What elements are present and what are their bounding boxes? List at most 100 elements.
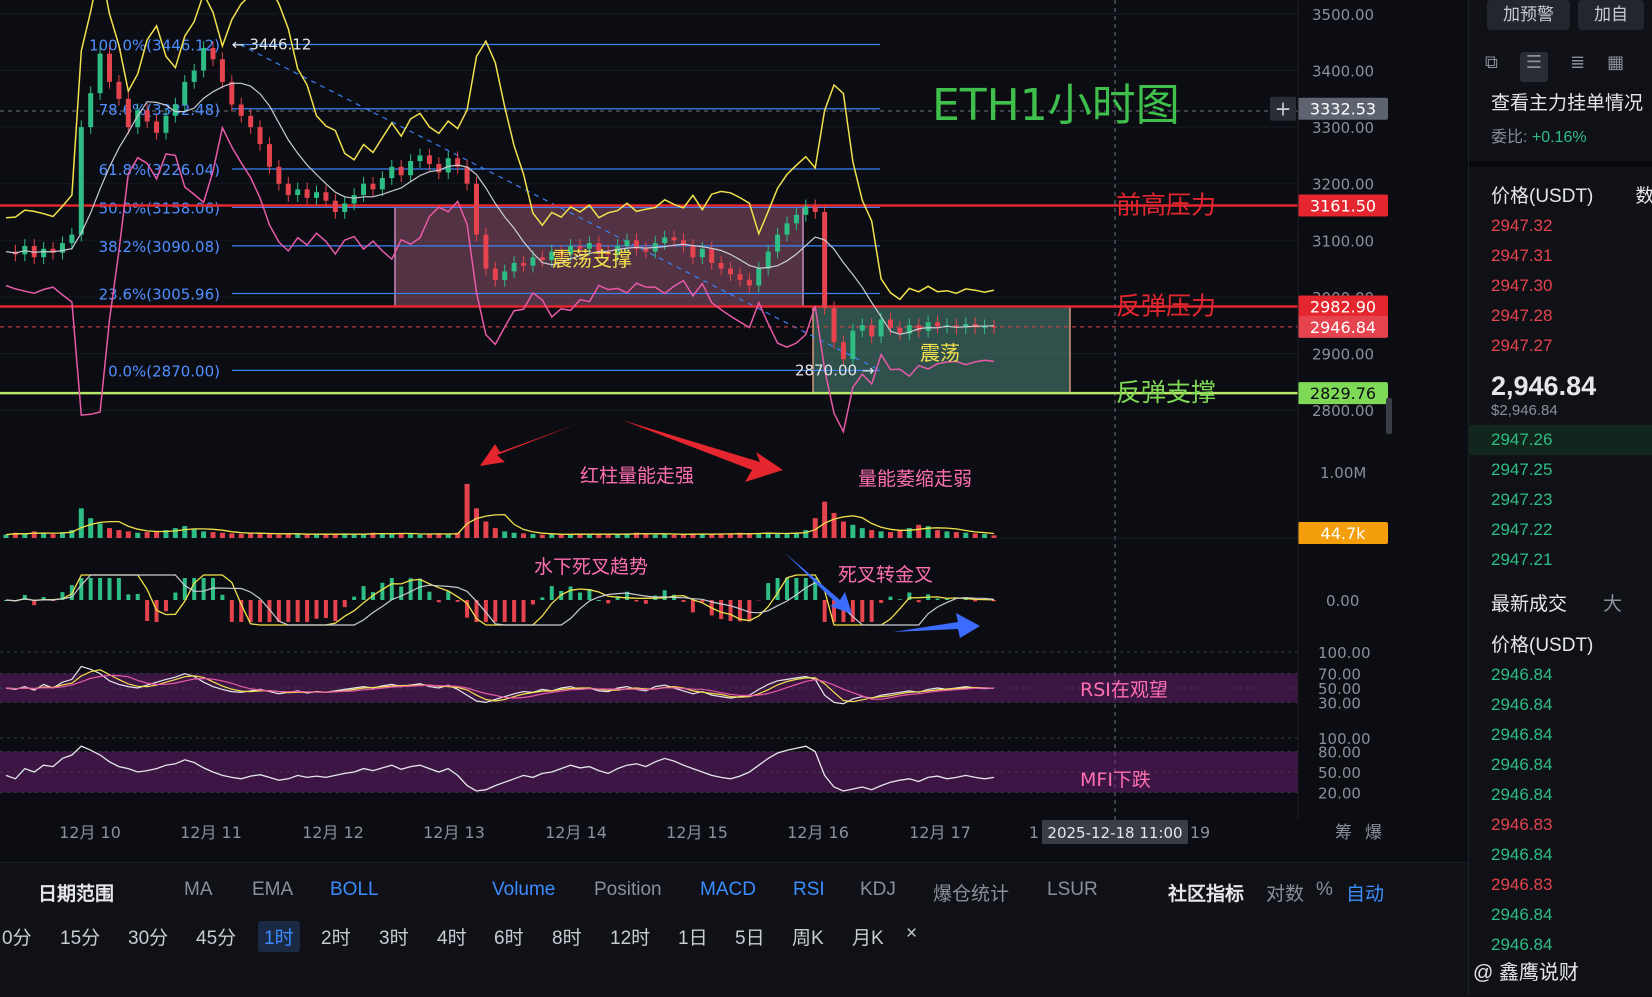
trade-row[interactable]: 2946.83 [1469, 810, 1652, 840]
interval-toolbar: 0分 15分 30分 45分 1时 2时 3时 4时 6时 8时 12时 1日 … [0, 915, 1468, 955]
macd-bar [456, 600, 460, 602]
macd-bar [888, 597, 892, 600]
trade-row[interactable]: 2946.84 [1469, 690, 1652, 720]
layout-both-icon[interactable]: ⧉ [1485, 52, 1498, 82]
layout-asks-icon[interactable]: ☰ [1520, 52, 1548, 82]
bid-row[interactable]: 2947.23 [1469, 485, 1652, 515]
add-alert-button[interactable]: 加预警 [1487, 0, 1570, 30]
layout-more-icon[interactable]: ▦ [1607, 52, 1624, 82]
candle-body [728, 269, 733, 275]
volume-bar [352, 535, 357, 538]
trade-row[interactable]: 2946.84 [1469, 840, 1652, 870]
panel-title[interactable]: 查看主力挂单情况 [1469, 82, 1652, 115]
trade-row[interactable]: 2946.84 [1469, 660, 1652, 690]
candle-body [540, 257, 545, 260]
volume-bar [540, 535, 545, 538]
candle-body [98, 54, 103, 94]
interval-0m[interactable]: 0分 [2, 923, 32, 950]
interval-8h[interactable]: 8时 [552, 923, 582, 950]
time-tick-label: 12月 11 [180, 823, 242, 842]
close-icon[interactable]: × [906, 923, 917, 945]
candle-body [869, 325, 874, 336]
time-tick-label: 19 [1190, 823, 1210, 842]
log-scale-button[interactable]: 对数 [1266, 879, 1304, 906]
volume-bar [201, 531, 206, 538]
kdj-button[interactable]: KDJ [860, 879, 896, 901]
volume-button[interactable]: Volume [492, 879, 555, 901]
interval-month[interactable]: 月K [852, 923, 884, 950]
macd-bar [503, 600, 507, 622]
auto-button[interactable]: 自动 [1346, 879, 1384, 906]
volume-bar [822, 502, 827, 538]
ema-button[interactable]: EMA [252, 879, 293, 901]
ask-row[interactable]: 2947.27 [1469, 331, 1652, 361]
trade-row[interactable]: 2946.84 [1469, 720, 1652, 750]
interval-6h[interactable]: 6时 [494, 923, 524, 950]
trades-header: 价格(USDT) [1469, 622, 1652, 660]
bid-row[interactable]: 2947.26 [1469, 425, 1652, 455]
layout-bids-icon[interactable]: ≣ [1570, 52, 1585, 82]
candle-body [794, 215, 799, 223]
interval-week[interactable]: 周K [792, 923, 824, 950]
trade-row[interactable]: 2946.84 [1469, 750, 1652, 780]
interval-1d[interactable]: 1日 [678, 923, 708, 950]
ma-button[interactable]: MA [184, 879, 213, 901]
volume-bar [116, 530, 121, 538]
volume-bar [982, 534, 987, 538]
interval-45m[interactable]: 45分 [196, 923, 236, 950]
price-chart-svg[interactable]: ETH1小时图100.0%(3446.12)78.6%(3332.48)61.8… [0, 0, 1468, 862]
macd-bar [117, 578, 121, 600]
liquidation-button-label: 爆 [1365, 823, 1382, 843]
tab-latest-trades[interactable]: 最新成交 [1491, 589, 1567, 616]
volume-bar [267, 534, 272, 538]
candle-body [775, 235, 780, 252]
mfi-tick-label: 50.00 [1318, 764, 1361, 782]
candle-body [323, 192, 328, 200]
ask-row[interactable]: 2947.31 [1469, 241, 1652, 271]
low-marker: 2870.00 → [795, 361, 874, 379]
trade-row[interactable]: 2946.84 [1469, 780, 1652, 810]
macd-bar [917, 600, 921, 602]
candle-body [145, 110, 150, 121]
community-indicators-button[interactable]: 社区指标 [1168, 879, 1244, 906]
trade-row[interactable]: 2946.83 [1469, 870, 1652, 900]
liquidation-stats-button[interactable]: 爆仓统计 [933, 879, 1009, 906]
volume-bar [869, 530, 874, 538]
percent-button[interactable]: % [1316, 879, 1333, 901]
chart-area[interactable]: ETH1小时图100.0%(3446.12)78.6%(3332.48)61.8… [0, 0, 1468, 996]
add-watch-button[interactable]: 加自 [1578, 0, 1644, 30]
interval-12h[interactable]: 12时 [610, 923, 650, 950]
interval-15m[interactable]: 15分 [60, 923, 100, 950]
candle-body [192, 71, 197, 82]
bid-row[interactable]: 2947.25 [1469, 455, 1652, 485]
price-tag-text: 3332.53 [1310, 100, 1376, 119]
bid-row[interactable]: 2947.22 [1469, 515, 1652, 545]
date-range-button[interactable]: 日期范围 [38, 879, 114, 906]
candle-body [992, 326, 997, 328]
interval-2h[interactable]: 2时 [321, 923, 351, 950]
volume-bar [98, 523, 103, 538]
interval-4h[interactable]: 4时 [437, 923, 467, 950]
bid-row[interactable]: 2947.21 [1469, 545, 1652, 575]
lsur-button[interactable]: LSUR [1047, 879, 1098, 901]
ask-row[interactable]: 2947.30 [1469, 271, 1652, 301]
macd-bar [220, 595, 224, 600]
interval-3h[interactable]: 3时 [379, 923, 409, 950]
price-tick-label: 3300.00 [1312, 119, 1374, 137]
volume-bar [850, 525, 855, 538]
macd-button[interactable]: MACD [700, 879, 756, 901]
rsi-button[interactable]: RSI [793, 879, 825, 901]
price-tag: 2982.90 [1298, 296, 1388, 318]
ask-row[interactable]: 2947.28 [1469, 301, 1652, 331]
interval-5d[interactable]: 5日 [735, 923, 765, 950]
interval-30m[interactable]: 30分 [128, 923, 168, 950]
position-button[interactable]: Position [594, 879, 662, 901]
trade-row[interactable]: 2946.84 [1469, 900, 1652, 930]
tab-large-trades[interactable]: 大 [1603, 589, 1622, 616]
boll-button[interactable]: BOLL [330, 879, 379, 901]
volume-bar [944, 531, 949, 538]
interval-1h[interactable]: 1时 [258, 921, 300, 952]
rsi-tick-label: 30.00 [1318, 694, 1361, 712]
ask-row[interactable]: 2947.32 [1469, 211, 1652, 241]
volume-bar [276, 535, 281, 538]
